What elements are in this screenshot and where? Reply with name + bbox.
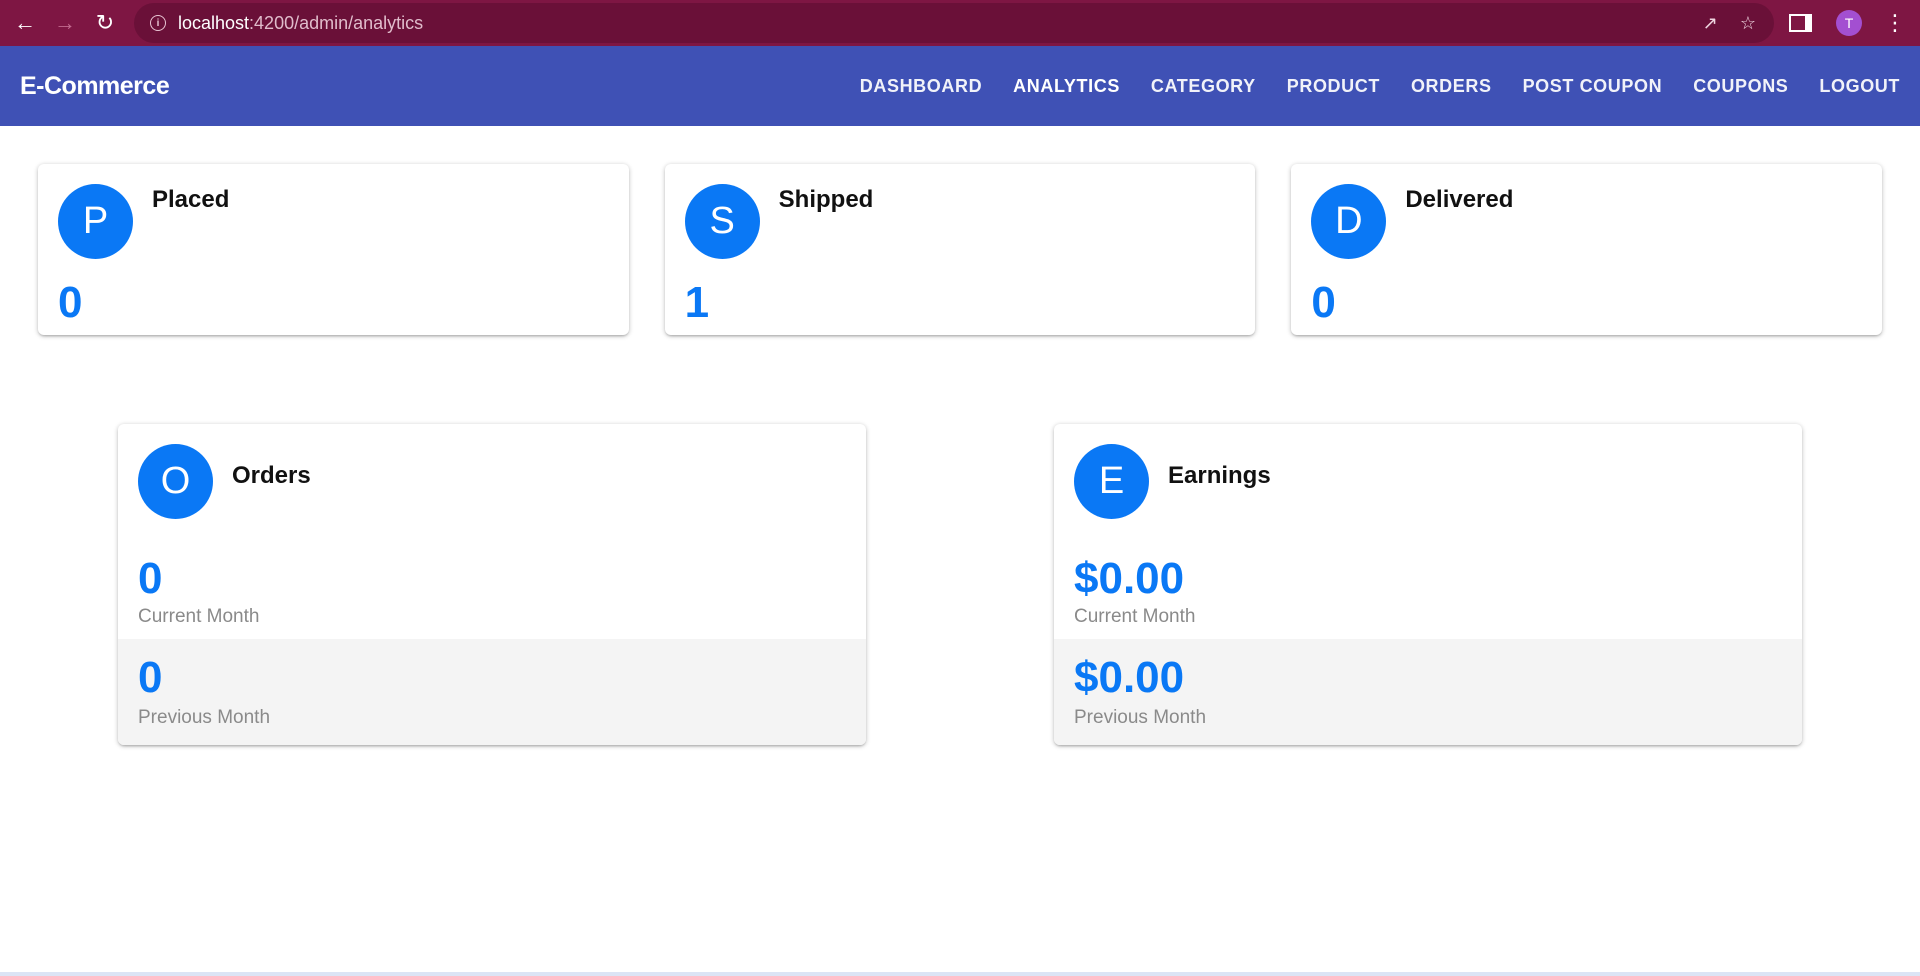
menu-kebab-icon[interactable]: ⋮ — [1884, 12, 1906, 34]
orders-previous-month: 0 Previous Month — [118, 639, 866, 745]
nav-logout[interactable]: LOGOUT — [1819, 76, 1900, 97]
status-cards-row: P Placed 0 S Shipped 1 D Delivered 0 — [0, 164, 1920, 335]
earnings-current-value: $0.00 — [1074, 554, 1185, 603]
earnings-previous-label: Previous Month — [1074, 707, 1207, 728]
info-icon[interactable]: i — [150, 15, 166, 31]
forward-icon[interactable]: → — [50, 8, 80, 38]
orders-current-value: 0 — [138, 554, 163, 603]
share-icon[interactable]: ↗ — [1703, 13, 1718, 34]
nav-coupons[interactable]: COUPONS — [1693, 76, 1788, 97]
orders-title: Orders — [232, 462, 311, 489]
nav-analytics[interactable]: ANALYTICS — [1013, 76, 1120, 97]
profile-avatar[interactable]: T — [1836, 10, 1862, 36]
orders-avatar: O — [138, 444, 213, 519]
earnings-title: Earnings — [1168, 462, 1271, 489]
earnings-current-label: Current Month — [1074, 606, 1196, 627]
nav-category[interactable]: CATEGORY — [1151, 76, 1256, 97]
shipped-card: S Shipped 1 — [664, 164, 1256, 335]
browser-bar: ← → ↻ i localhost:4200/admin/analytics ↗… — [0, 0, 1920, 46]
earnings-card: E Earnings $0.00 Current Month $0.00 Pre… — [1054, 424, 1802, 745]
reload-icon[interactable]: ↻ — [90, 8, 120, 38]
url-host: localhost — [178, 12, 250, 33]
placed-count: 0 — [58, 278, 83, 327]
back-icon[interactable]: ← — [10, 8, 40, 38]
nav-dashboard[interactable]: DASHBOARD — [860, 76, 982, 97]
bookmark-star-icon[interactable]: ☆ — [1740, 13, 1756, 34]
placed-avatar: P — [58, 184, 133, 259]
delivered-title: Delivered — [1405, 186, 1514, 213]
orders-previous-value: 0 — [138, 653, 163, 702]
earnings-previous-month: $0.00 Previous Month — [1054, 639, 1802, 745]
nav-orders[interactable]: ORDERS — [1411, 76, 1492, 97]
brand-title[interactable]: E-Commerce — [20, 72, 170, 101]
delivered-count: 0 — [1311, 278, 1336, 327]
nav-post-coupon[interactable]: POST COUPON — [1523, 76, 1663, 97]
orders-current-month: 0 Current Month — [118, 544, 866, 644]
earnings-current-month: $0.00 Current Month — [1054, 544, 1802, 644]
bottom-strip — [0, 972, 1920, 976]
address-bar[interactable]: i localhost:4200/admin/analytics ↗ ☆ — [134, 3, 1774, 43]
earnings-avatar: E — [1074, 444, 1149, 519]
main-nav: DASHBOARD ANALYTICS CATEGORY PRODUCT ORD… — [829, 76, 1900, 97]
url-path: :4200/admin/analytics — [249, 12, 424, 33]
shipped-count: 1 — [684, 278, 710, 327]
orders-card: O Orders 0 Current Month 0 Previous Mont… — [118, 424, 866, 745]
summary-cards-row: O Orders 0 Current Month 0 Previous Mont… — [0, 424, 1920, 745]
nav-product[interactable]: PRODUCT — [1287, 76, 1380, 97]
earnings-previous-value: $0.00 — [1074, 653, 1185, 702]
shipped-title: Shipped — [778, 186, 874, 213]
orders-current-label: Current Month — [138, 606, 260, 627]
side-panel-icon[interactable] — [1789, 14, 1812, 32]
placed-title: Placed — [152, 186, 230, 213]
delivered-avatar: D — [1311, 184, 1387, 259]
orders-previous-label: Previous Month — [138, 707, 271, 728]
url-text[interactable]: localhost:4200/admin/analytics — [178, 13, 423, 34]
shipped-avatar: S — [684, 184, 760, 259]
placed-card: P Placed 0 — [38, 164, 629, 335]
delivered-card: D Delivered 0 — [1291, 164, 1883, 335]
app-toolbar: E-Commerce DASHBOARD ANALYTICS CATEGORY … — [0, 46, 1920, 126]
